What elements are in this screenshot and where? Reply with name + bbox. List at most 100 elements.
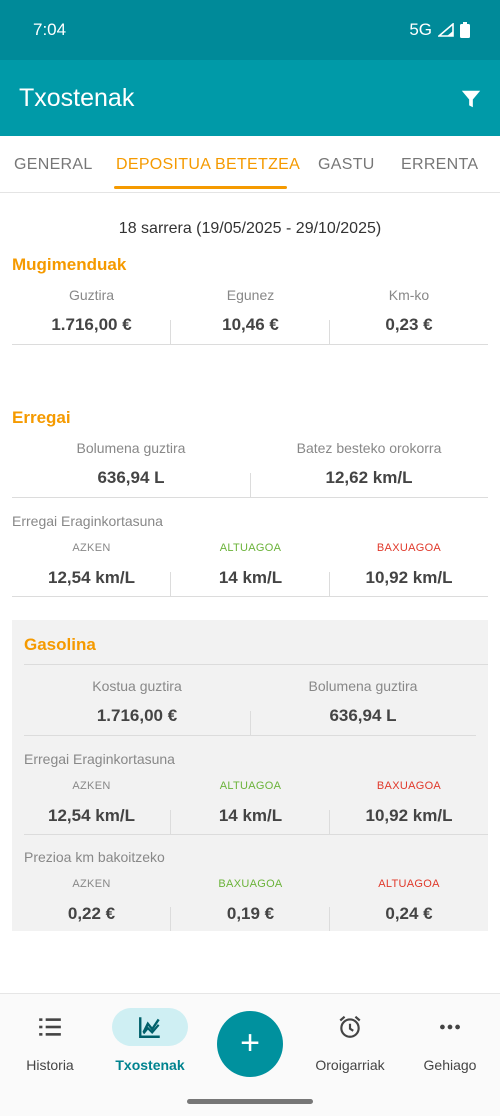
- efficiency-last: AZKEN 12,54 km/L: [12, 780, 171, 826]
- price-per-km-row: AZKEN 0,22 € BAXUAGOA 0,19 € ALTUAGOA 0,…: [12, 878, 488, 924]
- stat-value: 10,46 €: [222, 315, 279, 334]
- stat-kostua-guztira: Kostua guztira 1.716,00 €: [24, 678, 250, 726]
- stat-label: Batez besteko orokorra: [296, 440, 442, 456]
- gasolina-efficiency-row: AZKEN 12,54 km/L ALTUAGOA 14 km/L BAXUAG…: [12, 780, 488, 826]
- divider: [170, 320, 171, 344]
- stat-tag: AZKEN: [72, 542, 111, 554]
- divider: [250, 473, 251, 497]
- stat-tag: BAXUAGOA: [218, 878, 283, 890]
- price-low: BAXUAGOA 0,19 €: [171, 878, 330, 924]
- divider: [12, 497, 488, 498]
- stat-value: 0,24 €: [385, 904, 433, 923]
- app-bar: Txostenak: [0, 60, 500, 136]
- efficiency-low: BAXUAGOA 10,92 km/L: [330, 542, 488, 588]
- efficiency-high: ALTUAGOA 14 km/L: [171, 542, 330, 588]
- stat-label: Km-ko: [388, 287, 430, 303]
- efficiency-low: BAXUAGOA 10,92 km/L: [330, 780, 488, 826]
- stat-value: 1.716,00 €: [96, 706, 178, 725]
- nav-oroigarriak[interactable]: Oroigarriak: [300, 994, 400, 1094]
- stat-value: 14 km/L: [218, 806, 283, 825]
- nav-gehiago[interactable]: Gehiago: [400, 994, 500, 1094]
- stat-label: Bolumena guztira: [76, 440, 186, 456]
- stat-value: 10,92 km/L: [365, 806, 453, 825]
- tab-bar: GENERAL DEPOSITUA BETETZEA GASTU ERRENTA: [0, 136, 500, 193]
- nav-txostenak[interactable]: Txostenak: [100, 994, 200, 1094]
- divider: [24, 735, 476, 736]
- divider: [170, 572, 171, 596]
- tab-gastu[interactable]: GASTU: [318, 156, 375, 174]
- divider: [329, 810, 330, 834]
- stat-tag: BAXUAGOA: [376, 542, 442, 554]
- nav-label: Txostenak: [115, 1057, 185, 1073]
- stat-bolumena-guztira: Bolumena guztira 636,94 L: [250, 678, 476, 726]
- tab-errenta[interactable]: ERRENTA: [401, 156, 478, 174]
- stat-value: 12,54 km/L: [48, 806, 135, 825]
- section-gasolina-title: Gasolina: [24, 635, 96, 654]
- network-label: 5G: [409, 20, 432, 39]
- divider: [24, 664, 488, 665]
- stat-value: 1.716,00 €: [51, 315, 132, 334]
- divider: [12, 344, 488, 345]
- efficiency-last: AZKEN 12,54 km/L: [12, 542, 171, 588]
- home-indicator[interactable]: [187, 1099, 313, 1104]
- stat-value: 14 km/L: [218, 568, 283, 587]
- stat-tag: ALTUAGOA: [219, 780, 282, 792]
- alarm-icon: [339, 1015, 361, 1038]
- stat-batez-besteko: Batez besteko orokorra 12,62 km/L: [250, 440, 488, 488]
- divider: [329, 572, 330, 596]
- tab-depositua-betetzea[interactable]: DEPOSITUA BETETZEA: [116, 156, 300, 174]
- more-icon: [440, 1024, 460, 1030]
- price-last: AZKEN 0,22 €: [12, 878, 171, 924]
- stat-egunez: Egunez 10,46 €: [171, 287, 330, 335]
- stat-value: 0,22 €: [67, 904, 116, 923]
- status-bar: 7:04 5G: [0, 0, 500, 60]
- add-icon: +: [240, 1024, 260, 1062]
- stat-value: 12,62 km/L: [325, 468, 413, 487]
- battery-icon: [460, 22, 470, 38]
- efficiency-high: ALTUAGOA 14 km/L: [171, 780, 330, 826]
- add-button[interactable]: +: [217, 1011, 283, 1077]
- status-time: 7:04: [33, 20, 67, 39]
- stat-label: Kostua guztira: [92, 678, 182, 694]
- stat-value: 0,19 €: [226, 904, 275, 923]
- nav-historia[interactable]: Historia: [0, 994, 100, 1094]
- erregai-efficiency-row: AZKEN 12,54 km/L ALTUAGOA 14 km/L BAXUAG…: [12, 542, 488, 588]
- price-high: ALTUAGOA 0,24 €: [330, 878, 488, 924]
- stat-km-ko: Km-ko 0,23 €: [330, 287, 488, 335]
- stat-tag: BAXUAGOA: [376, 780, 442, 792]
- stat-tag: ALTUAGOA: [219, 542, 282, 554]
- nav-label: Gehiago: [423, 1057, 477, 1073]
- entries-range: 18 sarrera (19/05/2025 - 29/10/2025): [118, 220, 382, 237]
- section-erregai-title: Erregai: [12, 408, 71, 427]
- divider: [170, 907, 171, 931]
- divider: [12, 596, 488, 597]
- nav-label: Historia: [26, 1057, 74, 1073]
- stat-tag: ALTUAGOA: [378, 878, 440, 890]
- filter-icon[interactable]: [460, 88, 482, 110]
- page-title: Txostenak: [19, 84, 135, 112]
- stat-label: Egunez: [226, 287, 275, 303]
- signal-icon: [438, 23, 454, 37]
- tab-general[interactable]: GENERAL: [14, 156, 93, 174]
- price-per-km-title: Prezioa km bakoitzeko: [24, 849, 165, 865]
- divider: [250, 711, 251, 735]
- nav-label: Oroigarriak: [315, 1057, 385, 1073]
- mugimenduak-row: Guztira 1.716,00 € Egunez 10,46 € Km-ko …: [12, 287, 488, 335]
- divider: [329, 907, 330, 931]
- section-mugimenduak-title: Mugimenduak: [12, 255, 127, 274]
- stat-label: Bolumena guztira: [308, 678, 418, 694]
- stat-value: 636,94 L: [329, 706, 397, 725]
- stat-tag: AZKEN: [72, 780, 111, 792]
- erregai-efficiency-title: Erregai Eraginkortasuna: [12, 513, 163, 529]
- stat-guztira: Guztira 1.716,00 €: [12, 287, 171, 335]
- stat-value: 10,92 km/L: [365, 568, 453, 587]
- stat-value: 12,54 km/L: [48, 568, 135, 587]
- divider: [24, 834, 488, 835]
- active-tab-indicator: [114, 186, 287, 189]
- stat-value: 0,23 €: [385, 315, 433, 334]
- divider: [329, 320, 330, 344]
- stat-label: Guztira: [68, 287, 115, 303]
- stat-bolumena-guztira: Bolumena guztira 636,94 L: [12, 440, 250, 488]
- status-indicators: 5G: [409, 20, 470, 40]
- list-icon: [39, 1018, 61, 1036]
